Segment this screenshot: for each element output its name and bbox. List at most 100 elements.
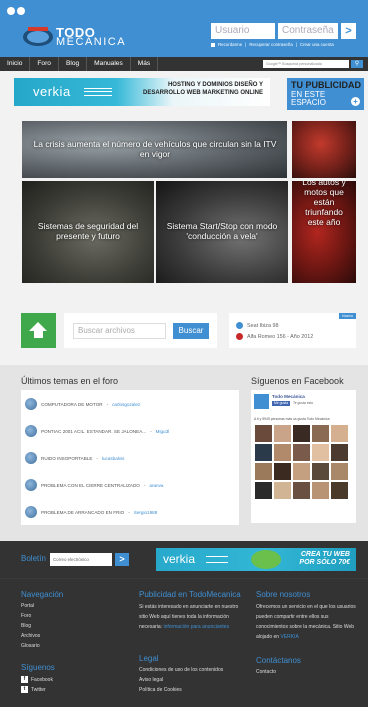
ad-pub-line2: EN ESTE ESPACIO: [291, 90, 326, 107]
site-search-input[interactable]: Google™ Búsqueda personalizada: [263, 60, 349, 68]
verkia-logo: verkia: [163, 552, 196, 566]
footer-link-portal[interactable]: Portal: [21, 603, 34, 609]
recover-password-link[interactable]: Recuperar contraseña: [249, 42, 292, 47]
nav-item-inicio[interactable]: Inicio: [0, 57, 31, 71]
car-item-2[interactable]: Alfa Romeo 156 - Año 2012: [236, 333, 313, 340]
fb-page-name[interactable]: Todo Mecánica: [272, 394, 305, 399]
fb-fan-avatar[interactable]: [255, 444, 272, 461]
fb-fan-avatar[interactable]: [331, 444, 348, 461]
fb-fan-avatar[interactable]: [293, 444, 310, 461]
advertisers-info-link[interactable]: información para anunciantes: [163, 624, 229, 630]
fb-like-button[interactable]: Me gusta: [272, 401, 290, 406]
footer-link-contact[interactable]: Contacto: [256, 669, 276, 675]
ad-pub-line1: TU PUBLICIDAD: [291, 80, 361, 90]
facebook-like-box: Todo Mecánica Me gusta Te gusta esto A t…: [251, 390, 356, 523]
avatar: [25, 425, 37, 437]
fb-fan-avatar[interactable]: [274, 463, 291, 480]
topic-title: PROBLEMA DE ARRANCADO EN FRIO: [41, 509, 125, 515]
nav-item-mas[interactable]: Más: [131, 57, 159, 71]
verkia-link[interactable]: VERKIA: [280, 634, 298, 640]
topic-author[interactable]: Sergio1988: [134, 510, 158, 515]
remember-label[interactable]: Recordarme: [218, 42, 242, 47]
upload-arrow-icon: [29, 322, 47, 331]
featured-article-4[interactable]: Sistema Start/Stop con modo 'conducción …: [156, 181, 288, 283]
featured-article-1[interactable]: La crisis aumenta el número de vehículos…: [22, 121, 287, 178]
fb-fan-avatar[interactable]: [255, 482, 272, 499]
advertise-here-banner[interactable]: TU PUBLICIDAD EN ESTE ESPACIO +: [287, 78, 364, 110]
fb-fan-avatar[interactable]: [293, 482, 310, 499]
car-item-1[interactable]: Seat Ibiza 98: [236, 322, 278, 329]
forum-topic[interactable]: COMPUTADORA DE MOTOR - carlosgozalez: [25, 392, 140, 416]
search-icon[interactable]: ⚲: [351, 60, 363, 68]
piggy-bank-icon: [251, 550, 281, 569]
fb-fan-avatar[interactable]: [312, 444, 329, 461]
verkia-lines-graphic: [206, 556, 228, 563]
forum-topic[interactable]: RUIDO INSOPORTABLE - lucasbalvis: [25, 446, 124, 470]
fb-fan-avatar[interactable]: [293, 425, 310, 442]
verkia-web-ad[interactable]: verkia CREA TU WEB POR SÓLO 70€: [156, 548, 356, 571]
footer-link-glosario[interactable]: Glosario: [21, 643, 40, 649]
twitter-icon[interactable]: [17, 7, 25, 15]
fb-fan-avatar[interactable]: [255, 463, 272, 480]
footer-link-terms[interactable]: Condiciones de uso de los contenidos: [139, 667, 223, 673]
upload-button[interactable]: [21, 313, 56, 348]
featured-article-2[interactable]: [292, 121, 356, 178]
fb-fan-avatar[interactable]: [331, 482, 348, 499]
footer-link-cookies[interactable]: Política de Cookies: [139, 687, 182, 693]
fb-fan-avatar[interactable]: [312, 463, 329, 480]
fb-fan-avatar[interactable]: [312, 482, 329, 499]
footer-twitter-link[interactable]: t Twitter: [21, 686, 46, 693]
footer-advertising-title: Publicidad en TodoMecanica: [139, 590, 241, 599]
featured-article-3[interactable]: Sistemas de seguridad del presente y fut…: [22, 181, 154, 283]
fb-fan-avatar[interactable]: [274, 425, 291, 442]
footer-link-archivos[interactable]: Archivos: [21, 633, 40, 639]
ad-web-text: CREA TU WEB POR SÓLO 70€: [299, 551, 350, 566]
avatar: [25, 452, 37, 464]
footer-link-legal-notice[interactable]: Aviso legal: [139, 677, 163, 683]
fb-fan-avatar[interactable]: [255, 425, 272, 442]
file-search-button[interactable]: Buscar: [173, 323, 209, 339]
file-search-input[interactable]: Buscar archivos: [73, 323, 166, 339]
fb-fan-avatar[interactable]: [312, 425, 329, 442]
newsletter-submit-button[interactable]: >: [115, 553, 129, 566]
newsletter-label: Boletín: [21, 554, 46, 563]
topic-author[interactable]: carlosgozalez: [112, 402, 140, 407]
topic-author[interactable]: aranva: [149, 483, 163, 488]
nav-item-foro[interactable]: Foro: [30, 57, 59, 71]
topic-author[interactable]: lucasbalvis: [102, 456, 124, 461]
footer-advertising-text: Si estás interesado en anunciarte en nue…: [139, 604, 239, 630]
avatar: [25, 479, 37, 491]
nav-item-blog[interactable]: Blog: [59, 57, 88, 71]
create-account-link[interactable]: Crear una cuenta: [300, 42, 334, 47]
footer-link-blog[interactable]: Blog: [21, 623, 31, 629]
nav-item-manuales[interactable]: Manuales: [87, 57, 131, 71]
avatar: [25, 506, 37, 518]
forum-topic[interactable]: PROBLEMA DE ARRANCADO EN FRIO - Sergio19…: [25, 500, 157, 524]
password-input[interactable]: Contraseña: [278, 23, 338, 39]
site-logo[interactable]: TODO MECANICA: [22, 25, 132, 53]
forum-topic[interactable]: PONTIAC 2001 ACIL. ESTANDAR. SE JALONEA.…: [25, 419, 169, 443]
plus-icon: +: [351, 97, 360, 106]
footer-facebook-link[interactable]: f Facebook: [21, 676, 53, 683]
username-input[interactable]: Usuario: [211, 23, 275, 39]
remember-checkbox[interactable]: [211, 42, 215, 47]
newsletter-email-input[interactable]: Correo electrónico: [50, 553, 112, 566]
forum-topic[interactable]: PROBLEMA CON EL CIERRE CENTRALIZADO - ar…: [25, 473, 163, 497]
alfa-romeo-logo-icon: [236, 333, 243, 340]
car-label: Alfa Romeo 156 - Año 2012: [247, 333, 314, 340]
topic-author[interactable]: Migu3l: [156, 429, 170, 434]
fb-fan-avatar[interactable]: [274, 482, 291, 499]
page-avatar[interactable]: [254, 394, 269, 409]
new-badge: Nuevo: [339, 313, 356, 319]
fb-fan-avatar[interactable]: [274, 444, 291, 461]
fb-fan-avatar[interactable]: [331, 463, 348, 480]
login-submit-button[interactable]: >: [341, 23, 356, 39]
fb-fan-avatar[interactable]: [331, 425, 348, 442]
verkia-logo: verkia: [33, 84, 71, 99]
fb-fan-avatar[interactable]: [293, 463, 310, 480]
footer-nav-title: Navegación: [21, 590, 64, 599]
footer-link-foro[interactable]: Foro: [21, 613, 31, 619]
facebook-icon[interactable]: [7, 7, 15, 15]
featured-article-5[interactable]: Los autos y motos que están triunfando e…: [292, 181, 356, 283]
verkia-banner-ad[interactable]: verkia HOSTING Y DOMINIOS DISEÑO Y DESAR…: [14, 78, 270, 106]
